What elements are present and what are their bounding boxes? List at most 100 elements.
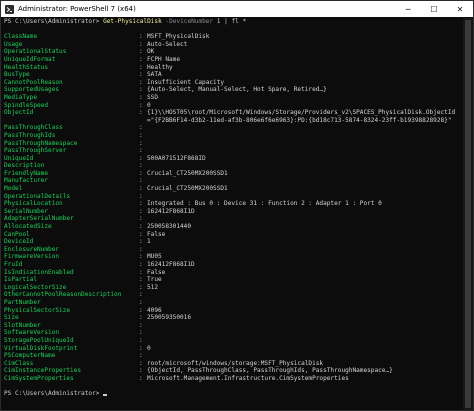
powershell-icon bbox=[5, 4, 14, 14]
property-value: {Auto-Select, Manual-Select, Hot Spare, … bbox=[147, 86, 327, 94]
separator: : bbox=[139, 230, 143, 238]
vertical-scrollbar[interactable] bbox=[463, 18, 473, 410]
argument: 1 bbox=[213, 18, 225, 25]
property-value: SATA bbox=[147, 71, 162, 79]
property-row: StoragePoolUniqueId: bbox=[4, 337, 463, 345]
separator: : bbox=[139, 298, 143, 306]
final-prompt-line: PS C:\Users\Administrator> bbox=[4, 390, 463, 398]
property-value bbox=[147, 322, 463, 330]
property-row: PassThroughNamespace: bbox=[4, 140, 463, 148]
separator: : bbox=[139, 101, 143, 109]
console-output[interactable]: PS C:\Users\Administrator> Get-PhysicalD… bbox=[1, 18, 463, 410]
property-name: IsIndicationEnabled bbox=[4, 268, 74, 276]
maximize-button[interactable]: ☐ bbox=[421, 1, 447, 17]
property-row: IsIndicationEnabled: False bbox=[4, 269, 463, 277]
property-name: HealthStatus bbox=[4, 63, 49, 71]
separator: : bbox=[139, 314, 143, 322]
property-name: LogicalSectorSize bbox=[4, 283, 67, 291]
property-row: PhysicalLocation: Integrated : Bus 0 : De… bbox=[4, 200, 463, 208]
property-value: 512 bbox=[147, 283, 159, 291]
property-row: FirmwareVersion: MU05 bbox=[4, 253, 463, 261]
separator: : bbox=[139, 291, 143, 299]
property-value: MSFT_PhysicalDisk bbox=[147, 33, 210, 41]
property-value: 4096 bbox=[147, 306, 162, 314]
property-name: Manufacturer bbox=[4, 177, 49, 185]
property-row: IsPartial: True bbox=[4, 276, 463, 284]
separator: : bbox=[139, 154, 143, 162]
property-name: PassThroughClass bbox=[4, 124, 63, 132]
property-value: MU05 bbox=[147, 253, 162, 261]
property-value bbox=[147, 291, 463, 299]
minimize-button[interactable]: ─ bbox=[395, 1, 421, 17]
property-name: Model bbox=[4, 185, 23, 193]
property-row: OperationalDetails: bbox=[4, 193, 463, 201]
prompt: PS C:\Users\Administrator> bbox=[4, 18, 104, 25]
property-value: 0 bbox=[147, 344, 151, 352]
property-row: PassThroughServer: bbox=[4, 147, 463, 155]
property-name: PassThroughNamespace bbox=[4, 139, 78, 147]
property-name: SlotNumber bbox=[4, 321, 41, 329]
property-value: SSD bbox=[147, 93, 159, 101]
close-button[interactable]: ✕ bbox=[447, 1, 473, 17]
property-name: UniqueId bbox=[4, 154, 34, 162]
property-name: SoftwareVersion bbox=[4, 329, 60, 337]
property-value bbox=[147, 132, 463, 140]
separator: : bbox=[139, 336, 143, 344]
property-row: ClassName: MSFT_PhysicalDisk bbox=[4, 33, 463, 41]
property-name: ObjectId bbox=[4, 109, 34, 117]
separator: : bbox=[139, 131, 143, 139]
window-title: Administrator: PowerShell 7 (x64) bbox=[18, 5, 136, 13]
final-prompt: PS C:\Users\Administrator> bbox=[4, 390, 104, 398]
window-controls: ─ ☐ ✕ bbox=[395, 1, 473, 17]
property-name: CimClass bbox=[4, 359, 34, 367]
property-value bbox=[147, 140, 463, 148]
property-value: {1}\\HOST05\root/Microsoft/Windows/Stora… bbox=[147, 109, 456, 117]
property-name: OperationalStatus bbox=[4, 48, 67, 56]
property-value: FCPH Name bbox=[147, 55, 181, 63]
property-value: Auto-Select bbox=[147, 40, 188, 48]
property-name: VirtualDiskFootprint bbox=[4, 344, 78, 352]
separator: : bbox=[139, 185, 143, 193]
property-row: PhysicalSectorSize:4096 bbox=[4, 307, 463, 315]
property-name: FruId bbox=[4, 261, 23, 268]
property-name: OtherCannotPoolReasonDescription bbox=[4, 291, 122, 299]
property-name: PSComputerName bbox=[4, 352, 56, 360]
property-value: OK bbox=[147, 48, 155, 56]
property-name: AllocatedSize bbox=[4, 223, 52, 231]
scrollbar-thumb[interactable] bbox=[465, 20, 471, 408]
property-value: 500A071512F868ID bbox=[147, 154, 206, 162]
property-row: Usage: Auto-Select bbox=[4, 41, 463, 49]
property-name: PassThroughIds bbox=[4, 131, 56, 139]
property-name: ClassName bbox=[4, 33, 38, 41]
property-name: CanPool bbox=[4, 230, 30, 238]
separator: : bbox=[139, 177, 143, 185]
property-name: CimSystemProperties bbox=[4, 374, 74, 382]
property-name: Size bbox=[4, 314, 19, 322]
property-value: root/microsoft/windows/storage:MSFT_Phys… bbox=[147, 359, 324, 367]
property-name: OperationalDetails bbox=[4, 192, 71, 200]
title-bar[interactable]: Administrator: PowerShell 7 (x64) ─ ☐ ✕ bbox=[1, 1, 473, 17]
property-value: Crucial_CT250MX200SSD1 bbox=[147, 169, 228, 177]
property-row: FruId:162412F868I1D bbox=[4, 261, 463, 269]
separator: : bbox=[139, 344, 143, 352]
property-value: 250058301440 bbox=[147, 223, 192, 231]
property-row: OtherCannotPoolReasonDescription: bbox=[4, 291, 463, 299]
property-row: CimSystemProperties: Microsoft.Management… bbox=[4, 375, 463, 383]
property-row: AllocatedSize:250058301440 bbox=[4, 223, 463, 231]
property-row: CannotPoolReason: Insufficient Capacity bbox=[4, 79, 463, 87]
cmdlet: Get-PhysicalDisk bbox=[103, 18, 162, 25]
property-row: AdapterSerialNumber: bbox=[4, 215, 463, 223]
separator: : bbox=[139, 223, 143, 231]
separator: : bbox=[139, 207, 143, 215]
property-name: BusType bbox=[4, 71, 30, 79]
property-row: PartNumber: bbox=[4, 299, 463, 307]
text-cursor bbox=[103, 394, 108, 397]
separator: : bbox=[139, 321, 143, 329]
property-value bbox=[147, 124, 463, 132]
separator: : bbox=[139, 71, 143, 79]
property-row: ObjectId: {1}\\HOST05\root/Microsoft/Wind… bbox=[4, 109, 463, 117]
property-value bbox=[147, 299, 463, 307]
property-name: SerialNumber bbox=[4, 207, 49, 215]
separator: : bbox=[139, 139, 143, 147]
property-row: Model: Crucial_CT250MX200SSD1 bbox=[4, 185, 463, 193]
